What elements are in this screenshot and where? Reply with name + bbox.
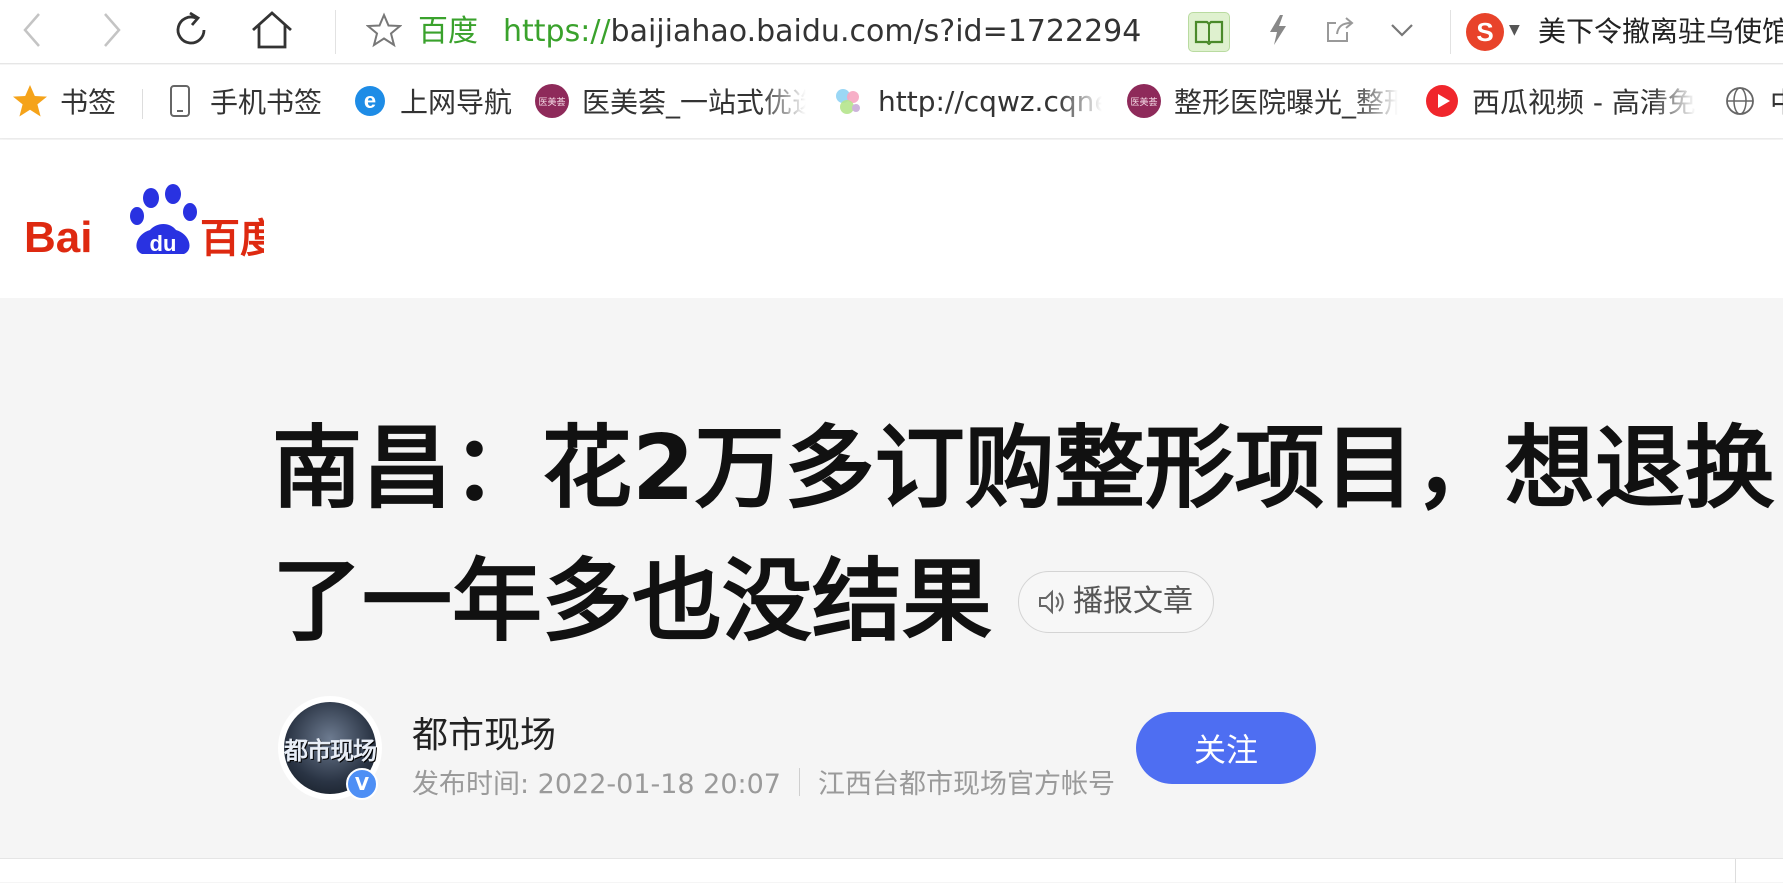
forward-icon[interactable] bbox=[90, 8, 134, 52]
author-meta: 发布时间: 2022-01-18 20:07 江西台都市现场官方帐号 bbox=[412, 762, 1115, 801]
article: 南昌：花2万多订购整形项目，想退换 了一年多也没结果 播报文章 都市现场 V 都… bbox=[0, 298, 1783, 858]
logo-text-cn: 百度 bbox=[200, 216, 264, 262]
address-site-name[interactable]: 百度 bbox=[418, 14, 478, 50]
article-title-line-2: 了一年多也没结果 bbox=[272, 549, 992, 654]
bookmark-label: 书签 bbox=[60, 86, 117, 119]
reader-mode-icon[interactable] bbox=[1188, 12, 1230, 52]
bookmark-item-navigation[interactable]: e 上网导航 bbox=[352, 81, 516, 121]
bookmark-label: 中 bbox=[1770, 81, 1783, 121]
author-block: 都市现场 V 都市现场 发布时间: 2022-01-18 20:07 江西台都市… bbox=[278, 696, 1578, 806]
author-name[interactable]: 都市现场 bbox=[412, 706, 556, 758]
colorful-icon bbox=[830, 83, 866, 119]
globe-icon bbox=[1722, 83, 1758, 119]
bookmark-item-bookmarks[interactable]: 书签 bbox=[12, 81, 130, 121]
address-bar-url[interactable]: https://baijiahao.baidu.com/s?id=1722294 bbox=[503, 14, 1141, 50]
chevron-down-icon[interactable] bbox=[1380, 8, 1424, 52]
bookmark-item-yimeihui[interactable]: 医美荟 医美荟_一站式优选 bbox=[534, 81, 806, 121]
bookmark-item-clinic-exposure[interactable]: 医美荟 整形医院曝光_整形 bbox=[1126, 81, 1398, 121]
bookmark-item-globe[interactable]: 中 bbox=[1722, 81, 1783, 121]
yimeihui-icon: 医美荟 bbox=[534, 83, 570, 119]
ie-icon: e bbox=[352, 83, 388, 119]
bookmark-label: 西瓜视频 - 高清免费 bbox=[1472, 86, 1696, 119]
meta-divider bbox=[798, 767, 800, 796]
bookmark-label: 手机书签 bbox=[210, 86, 323, 119]
home-icon[interactable] bbox=[250, 8, 294, 52]
bookmark-label: 上网导航 bbox=[400, 86, 513, 119]
read-aloud-label: 播报文章 bbox=[1073, 583, 1193, 619]
follow-button[interactable]: 关注 bbox=[1136, 712, 1316, 784]
bookmark-item-cqwz[interactable]: http://cqwz.cqnews bbox=[830, 81, 1102, 121]
content-body-top bbox=[0, 858, 1783, 883]
reload-icon[interactable] bbox=[170, 8, 214, 52]
article-title-line-2-row: 了一年多也没结果 播报文章 bbox=[272, 535, 1783, 668]
search-engine-icon[interactable]: S bbox=[1466, 13, 1504, 51]
sidebar-divider bbox=[1735, 859, 1736, 883]
author-description: 江西台都市现场官方帐号 bbox=[817, 769, 1115, 800]
speaker-icon bbox=[1039, 589, 1064, 614]
svg-text:e: e bbox=[364, 88, 376, 113]
verified-badge-icon: V bbox=[346, 768, 378, 800]
back-icon[interactable] bbox=[10, 8, 54, 52]
read-aloud-button[interactable]: 播报文章 bbox=[1018, 570, 1214, 633]
logo-text-bai: Bai bbox=[24, 213, 92, 262]
url-path: baijiahao.baidu.com/s?id=1722294 bbox=[610, 14, 1142, 49]
bookmark-item-xigua[interactable]: 西瓜视频 - 高清免费 bbox=[1424, 81, 1696, 121]
bookmarks-bar: 书签 手机书签 e 上网导航 医美荟 医美荟_一站式优选 http://cqwz… bbox=[0, 65, 1783, 139]
toolbar-divider bbox=[335, 10, 336, 54]
phone-icon bbox=[162, 83, 198, 119]
share-icon[interactable] bbox=[1318, 8, 1362, 52]
url-protocol: https:// bbox=[503, 14, 611, 49]
search-engine-dropdown-icon[interactable]: ▼ bbox=[1509, 22, 1520, 38]
bookmark-label: 医美荟_一站式优选 bbox=[582, 86, 806, 119]
star-icon[interactable] bbox=[362, 8, 406, 52]
avatar[interactable]: 都市现场 V bbox=[278, 696, 382, 800]
bookmark-item-mobile[interactable]: 手机书签 bbox=[162, 81, 332, 121]
browser-toolbar: 百度 https://baijiahao.baidu.com/s?id=1722… bbox=[0, 0, 1783, 64]
bookmark-label: http://cqwz.cqnews bbox=[878, 84, 1102, 118]
article-title: 南昌：花2万多订购整形项目，想退换 了一年多也没结果 播报文章 bbox=[272, 402, 1783, 668]
yimeihui-icon: 医美荟 bbox=[1126, 83, 1162, 119]
star-icon bbox=[12, 83, 48, 119]
article-title-line-1: 南昌：花2万多订购整形项目，想退换 bbox=[272, 416, 1775, 521]
bookmark-label: 整形医院曝光_整形 bbox=[1174, 86, 1398, 119]
xigua-icon bbox=[1424, 83, 1460, 119]
news-ticker[interactable]: 美下令撤离驻乌使馆 bbox=[1538, 14, 1783, 50]
site-header: Bai du 百度 bbox=[0, 140, 1783, 298]
publish-time: 发布时间: 2022-01-18 20:07 bbox=[412, 769, 781, 800]
toolbar-divider bbox=[1450, 10, 1451, 54]
logo-text-du: du bbox=[150, 231, 177, 256]
baidu-logo[interactable]: Bai du 百度 bbox=[24, 176, 264, 266]
bookmark-divider bbox=[142, 89, 143, 119]
lightning-icon[interactable] bbox=[1256, 8, 1300, 52]
